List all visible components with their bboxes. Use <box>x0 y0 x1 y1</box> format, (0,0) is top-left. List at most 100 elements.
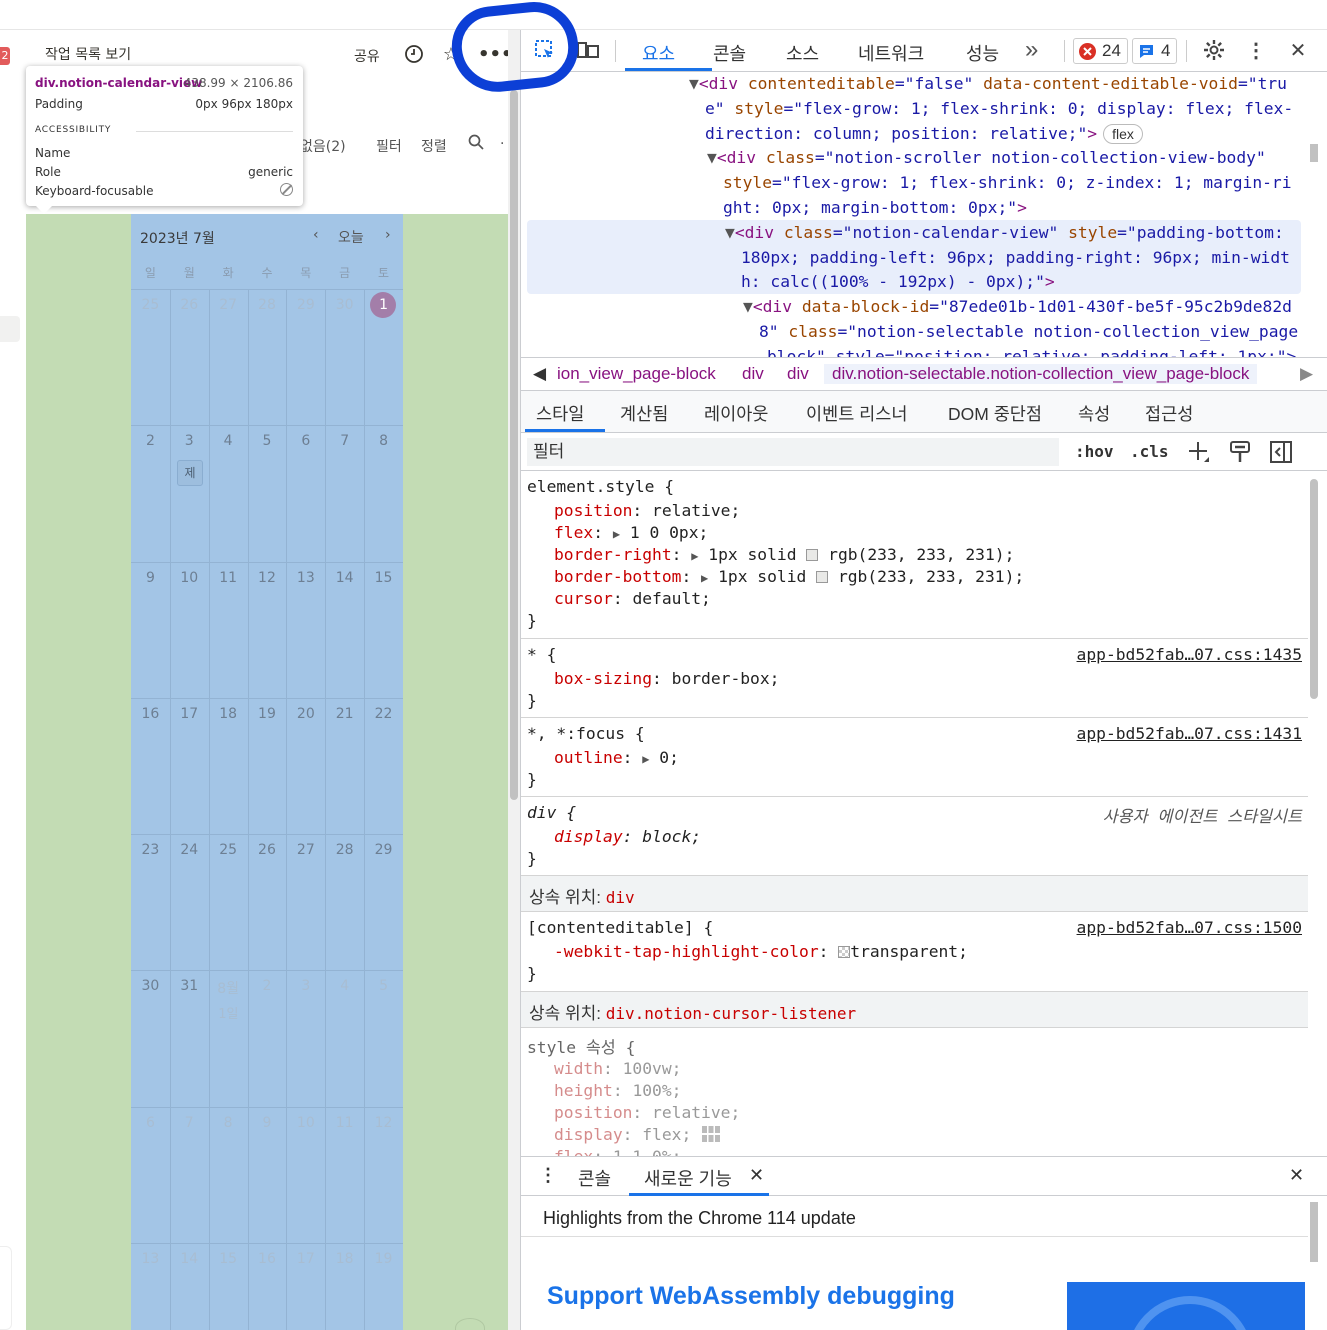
styles-scrollbar-thumb[interactable] <box>1310 479 1318 699</box>
more-options-icon[interactable]: · <box>500 136 504 152</box>
more-tabs-icon[interactable]: » <box>1025 36 1038 64</box>
star-icon[interactable]: ☆ <box>440 44 462 66</box>
calendar-day[interactable]: 27 <box>209 297 248 313</box>
rule-selector[interactable]: div { <box>527 803 576 822</box>
class-toggle[interactable]: .cls <box>1130 442 1169 461</box>
calendar-day[interactable]: 10 <box>286 1115 325 1131</box>
calendar-day[interactable]: 8 <box>209 1115 248 1131</box>
calendar-day[interactable]: 14 <box>325 570 364 586</box>
calendar-day[interactable]: 4 <box>325 978 364 994</box>
style-declaration[interactable]: display: flex; <box>554 1125 721 1144</box>
style-declaration[interactable]: -webkit-tap-highlight-color: transparent… <box>554 942 968 961</box>
calendar-event[interactable]: 제 <box>177 460 203 486</box>
rule-selector[interactable]: * { <box>527 645 556 664</box>
style-declaration[interactable]: flex: 1 1 0%; <box>554 1147 681 1156</box>
calendar-day[interactable]: 6 <box>286 433 325 449</box>
whats-new-headline-link[interactable]: Support WebAssembly debugging <box>547 1282 955 1311</box>
calendar-day[interactable]: 5 <box>248 433 287 449</box>
share-button[interactable]: 공유 <box>354 46 380 66</box>
drawer-scrollbar[interactable] <box>1308 1196 1320 1330</box>
calendar-day[interactable]: 25 <box>209 842 248 858</box>
calendar-day[interactable]: 31 <box>170 978 209 994</box>
drawer-tab-whats-new[interactable]: 새로운 기능 <box>644 1165 732 1191</box>
error-count-badge[interactable]: 24 <box>1073 38 1128 64</box>
drawer-menu-icon[interactable]: ⋮ <box>539 1165 557 1186</box>
color-swatch[interactable] <box>838 946 851 958</box>
style-declaration[interactable]: cursor: default; <box>554 589 711 608</box>
group-none[interactable]: 없음(2) <box>300 136 346 156</box>
sidebar-handle[interactable] <box>0 316 20 342</box>
dom-line-selected[interactable]: 180px; padding-left: 96px; padding-right… <box>741 246 1290 271</box>
page-scrollbar[interactable] <box>508 30 520 1330</box>
calendar-day[interactable]: 26 <box>170 297 209 313</box>
style-declaration[interactable]: flex: ▶ 1 0 0px; <box>554 523 708 542</box>
dom-line[interactable]: style="flex-grow: 1; flex-shrink: 0; z-i… <box>723 171 1292 196</box>
subtab-dom-breakpoints[interactable]: DOM 중단점 <box>948 401 1042 426</box>
stylesheet-link[interactable]: app-bd52fab…07.css:1500 <box>1077 918 1302 937</box>
dom-line[interactable]: ▼<div class="notion-scroller notion-coll… <box>707 146 1266 171</box>
inherited-selector-link[interactable]: div.notion-cursor-listener <box>606 1004 856 1023</box>
styles-rules[interactable]: element.style { position: relative; flex… <box>521 471 1308 1156</box>
dom-tree[interactable]: ▼<div contenteditable="false" data-conte… <box>521 72 1316 357</box>
dom-tree-scrollbar[interactable] <box>1308 72 1320 352</box>
style-declaration[interactable]: position: relative; <box>554 1103 740 1122</box>
calendar-day[interactable]: 30 <box>131 978 170 994</box>
styles-filter-input[interactable] <box>527 438 1059 466</box>
inspect-element-icon[interactable] <box>532 38 558 68</box>
calendar-day[interactable]: 8 <box>364 433 403 449</box>
calendar-day[interactable]: 15 <box>209 1251 248 1267</box>
calendar-day[interactable]: 25 <box>131 297 170 313</box>
subtab-accessibility[interactable]: 접근성 <box>1145 401 1193 426</box>
tab-sources[interactable]: 소스 <box>786 40 819 66</box>
calendar-day[interactable]: 12 <box>364 1115 403 1131</box>
calendar-day[interactable]: 10 <box>170 570 209 586</box>
calendar-day[interactable]: 29 <box>364 842 403 858</box>
calendar-day[interactable]: 17 <box>286 1251 325 1267</box>
dom-line[interactable]: ▼<div contenteditable="false" data-conte… <box>689 72 1287 97</box>
calendar-day[interactable]: 24 <box>170 842 209 858</box>
calendar-day[interactable]: 26 <box>248 842 287 858</box>
style-declaration[interactable]: outline: ▶ 0; <box>554 748 679 767</box>
calendar-day[interactable]: 29 <box>286 297 325 313</box>
search-icon[interactable] <box>468 134 484 154</box>
style-declaration[interactable]: position: relative; <box>554 501 740 520</box>
calendar-day[interactable]: 5 <box>364 978 403 994</box>
style-declaration[interactable]: border-right: ▶ 1px solid rgb(233, 233, … <box>554 545 1014 564</box>
drawer-tab-console[interactable]: 콘솔 <box>578 1165 611 1191</box>
stylesheet-link[interactable]: app-bd52fab…07.css:1431 <box>1077 724 1302 743</box>
calendar-day[interactable]: 14 <box>170 1251 209 1267</box>
rule-selector[interactable]: style 속성 { <box>527 1034 635 1058</box>
calendar-day[interactable]: 20 <box>286 706 325 722</box>
calendar-day[interactable]: 28 <box>248 297 287 313</box>
subtab-styles[interactable]: 스타일 <box>536 401 584 426</box>
stylesheet-link[interactable]: app-bd52fab…07.css:1435 <box>1077 645 1302 664</box>
subtab-layout[interactable]: 레이아웃 <box>704 401 768 426</box>
close-whats-new-icon[interactable]: ✕ <box>749 1165 764 1186</box>
breadcrumb-item-selected[interactable]: div.notion-selectable.notion-collection_… <box>824 364 1258 384</box>
paint-brush-icon[interactable] <box>1229 440 1251 470</box>
calendar-day[interactable]: 13 <box>131 1251 170 1267</box>
drawer-scrollbar-thumb[interactable] <box>1310 1202 1318 1262</box>
flex-editor-icon[interactable] <box>701 1125 721 1143</box>
close-devtools-icon[interactable]: ✕ <box>1285 38 1311 63</box>
dom-tree-scrollbar-thumb[interactable] <box>1310 144 1318 162</box>
calendar-day[interactable]: 13 <box>286 570 325 586</box>
calendar-day[interactable]: 2 <box>131 433 170 449</box>
calendar-day[interactable]: 2 <box>248 978 287 994</box>
subtab-properties[interactable]: 속성 <box>1078 401 1110 426</box>
breadcrumb-item[interactable]: div <box>787 364 809 384</box>
calendar-day[interactable]: 6 <box>131 1115 170 1131</box>
calendar-day[interactable]: 22 <box>364 706 403 722</box>
flex-badge[interactable]: flex <box>1103 123 1143 144</box>
calendar-day[interactable]: 1 <box>364 297 403 313</box>
style-declaration[interactable]: height: 100%; <box>554 1081 681 1100</box>
dom-line[interactable]: 8" class="notion-selectable notion-colle… <box>759 320 1298 345</box>
calendar-day[interactable]: 15 <box>364 570 403 586</box>
breadcrumb-scroll-left-icon[interactable]: ◀ <box>533 364 546 384</box>
calendar-day[interactable]: 19 <box>364 1251 403 1267</box>
calendar-day[interactable]: 3 <box>286 978 325 994</box>
style-rule-element[interactable]: element.style { position: relative; flex… <box>521 471 1308 639</box>
hover-state-toggle[interactable]: :hov <box>1075 442 1114 461</box>
tab-console[interactable]: 콘솔 <box>713 40 746 66</box>
dom-line[interactable]: ght: 0px; margin-bottom: 0px;"> <box>723 196 1027 221</box>
